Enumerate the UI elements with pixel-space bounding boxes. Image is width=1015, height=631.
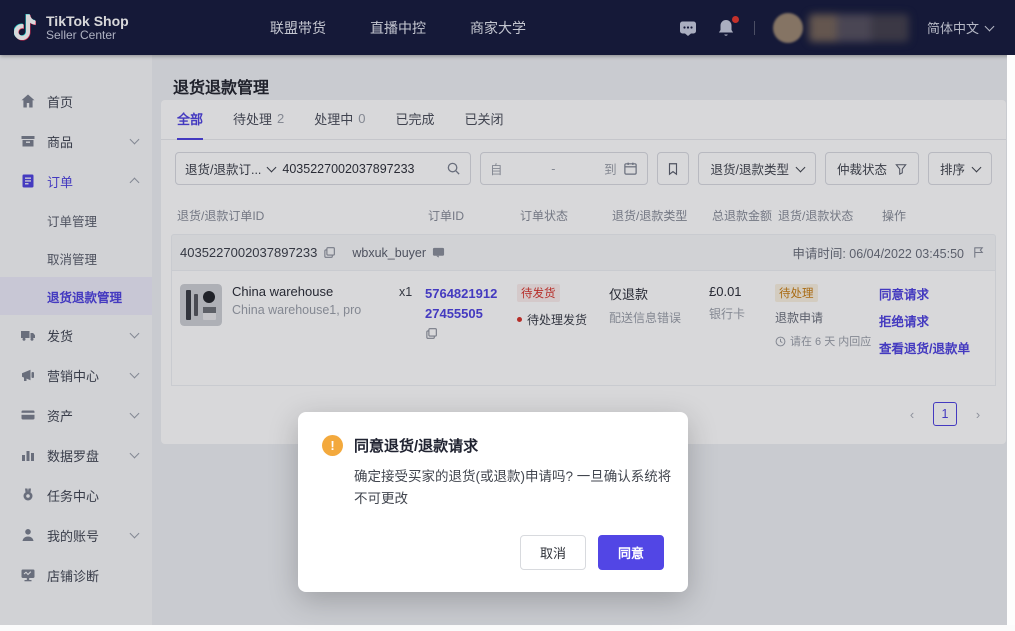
cancel-button[interactable]: 取消: [520, 535, 586, 570]
confirm-agree-button[interactable]: 同意: [598, 535, 664, 570]
warning-icon: !: [322, 435, 343, 456]
scrollbar-track[interactable]: [1007, 55, 1015, 631]
bottom-edge: [0, 625, 1015, 631]
modal-body-text: 确定接受买家的退货(或退款)申请吗? 一旦确认系统将不可更改: [354, 466, 672, 511]
modal-title: 同意退货/退款请求: [354, 435, 478, 456]
agree-return-modal: ! 同意退货/退款请求 确定接受买家的退货(或退款)申请吗? 一旦确认系统将不可…: [298, 412, 688, 592]
app-screen: TikTok Shop Seller Center 联盟带货 直播中控 商家大学: [0, 0, 1015, 631]
